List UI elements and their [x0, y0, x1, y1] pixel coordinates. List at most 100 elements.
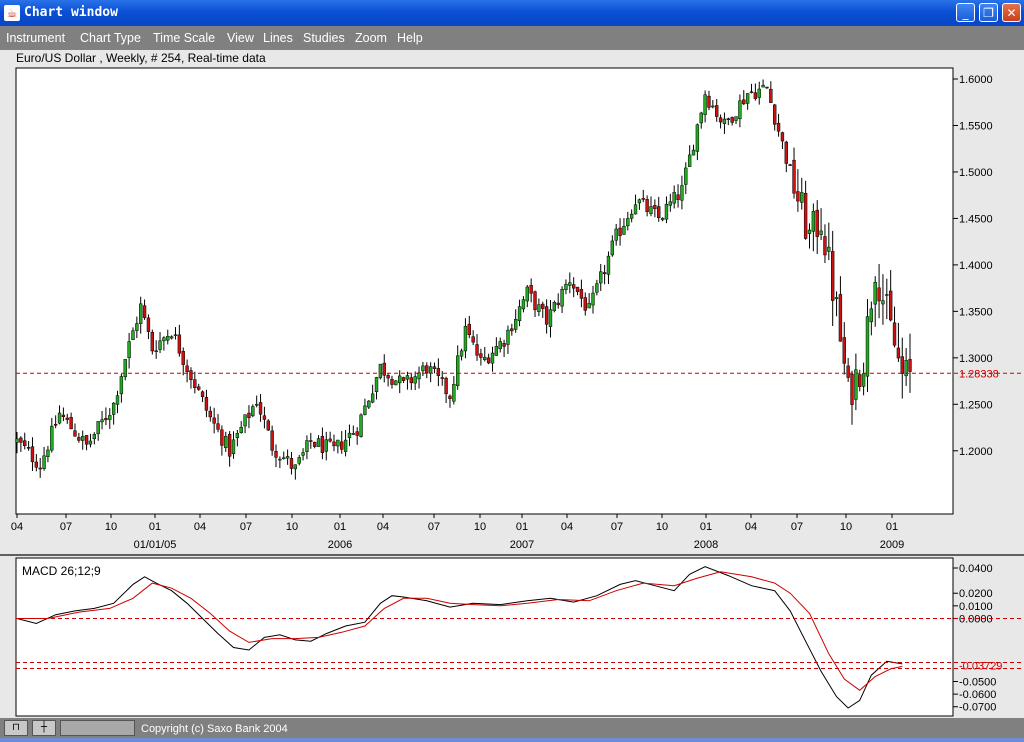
candle-body	[324, 439, 328, 452]
price-plot-area[interactable]	[15, 67, 954, 515]
macd-title: MACD 26;12;9	[22, 564, 101, 578]
crosshair-icon[interactable]: ┼	[32, 720, 56, 736]
candle-body	[84, 435, 89, 445]
candle-body	[158, 340, 162, 350]
candle-body	[664, 203, 669, 220]
menu-lines[interactable]: Lines	[263, 31, 293, 45]
candle-body	[312, 441, 317, 447]
candle-body	[212, 417, 216, 424]
candle-body	[475, 344, 479, 356]
candle-body	[305, 440, 309, 452]
menu-studies[interactable]: Studies	[303, 31, 345, 45]
pin-icon[interactable]: ⊓	[4, 720, 28, 736]
candle-body	[173, 334, 178, 336]
candle-body	[367, 400, 371, 408]
x-tick-label: 07	[60, 521, 72, 533]
close-button[interactable]: ✕	[1002, 3, 1021, 22]
menu-instrument[interactable]: Instrument	[6, 31, 65, 45]
candle-body	[220, 429, 224, 446]
candle-body	[227, 434, 232, 457]
candle	[378, 363, 383, 380]
candle-body	[69, 417, 73, 430]
candle-body	[444, 377, 448, 395]
candle-body	[235, 433, 240, 439]
candle-body	[614, 228, 618, 241]
candle-body	[622, 225, 626, 235]
candle-body	[336, 439, 340, 447]
candle-body	[637, 199, 642, 204]
candle-body	[749, 91, 754, 94]
candle-body	[77, 437, 81, 441]
candle-body	[50, 425, 54, 451]
candle	[394, 379, 398, 386]
candle-body	[285, 456, 290, 459]
x-tick-label: 10	[286, 521, 298, 533]
minimize-button[interactable]: _	[956, 3, 975, 22]
candle-body	[154, 350, 158, 352]
menu-bar: Instrument Chart Type Time Scale View Li…	[0, 26, 1024, 50]
candle-body	[42, 455, 46, 470]
candle-body	[166, 336, 170, 341]
candle-body	[38, 467, 42, 470]
x-year-label: 2008	[694, 539, 718, 551]
candle-body	[386, 375, 390, 379]
menu-view[interactable]: View	[227, 31, 254, 45]
candle-body	[765, 86, 769, 89]
candle	[552, 300, 557, 313]
restore-button[interactable]: ❐	[979, 3, 998, 22]
menu-time-scale[interactable]: Time Scale	[153, 31, 215, 45]
candle-body	[289, 458, 294, 469]
menu-zoom[interactable]: Zoom	[355, 31, 387, 45]
candle-body	[224, 436, 228, 449]
candle-body	[869, 308, 874, 323]
menu-chart-type[interactable]: Chart Type	[80, 31, 141, 45]
candle-body	[57, 412, 62, 424]
macd-tick-label: 0.0200	[959, 588, 993, 600]
x-tick-label: 01	[334, 521, 346, 533]
candle-body	[888, 290, 893, 321]
current-price-label: 1.28338	[959, 368, 999, 380]
x-tick-label: 01	[516, 521, 528, 533]
candle-body	[629, 213, 634, 219]
candle-body	[23, 440, 27, 446]
candle-body	[297, 457, 301, 464]
candle-body	[699, 112, 703, 124]
candle-body	[757, 88, 761, 98]
candle-body	[842, 337, 846, 364]
x-tick-label: 01	[886, 521, 898, 533]
y-tick-label: 1.4000	[959, 260, 993, 272]
y-tick-label: 1.2000	[959, 446, 993, 458]
candle-body	[707, 95, 711, 108]
candle-body	[858, 374, 862, 387]
macd-plot-area[interactable]	[15, 557, 954, 717]
candle-body	[316, 438, 321, 447]
candle-body	[734, 116, 738, 121]
candle-body	[811, 211, 816, 232]
copyright-text: Copyright (c) Saxo Bank 2004	[141, 723, 288, 735]
candle-body	[398, 375, 402, 384]
candle-body	[490, 352, 495, 364]
menu-help[interactable]: Help	[397, 31, 423, 45]
candle-body	[722, 118, 727, 124]
candle-body	[773, 104, 777, 125]
candle-body	[127, 341, 131, 358]
candle-body	[193, 379, 197, 388]
candle-body	[425, 365, 429, 374]
candle-body	[838, 294, 843, 342]
candle-body	[769, 88, 773, 103]
candle-body	[718, 117, 723, 123]
candle-body	[560, 289, 564, 307]
candle-body	[800, 192, 804, 203]
candle-body	[575, 286, 580, 293]
candle-body	[645, 199, 649, 212]
candle-body	[591, 292, 595, 306]
candle-body	[394, 380, 398, 386]
candle-body	[885, 294, 889, 296]
candle-body	[150, 332, 154, 352]
candle-body	[506, 329, 510, 345]
x-year-label: 2007	[510, 539, 534, 551]
macd-tick-label: -0.0500	[959, 677, 996, 689]
candle-body	[162, 337, 166, 342]
candle-body	[270, 430, 274, 451]
candle-body	[657, 206, 661, 219]
